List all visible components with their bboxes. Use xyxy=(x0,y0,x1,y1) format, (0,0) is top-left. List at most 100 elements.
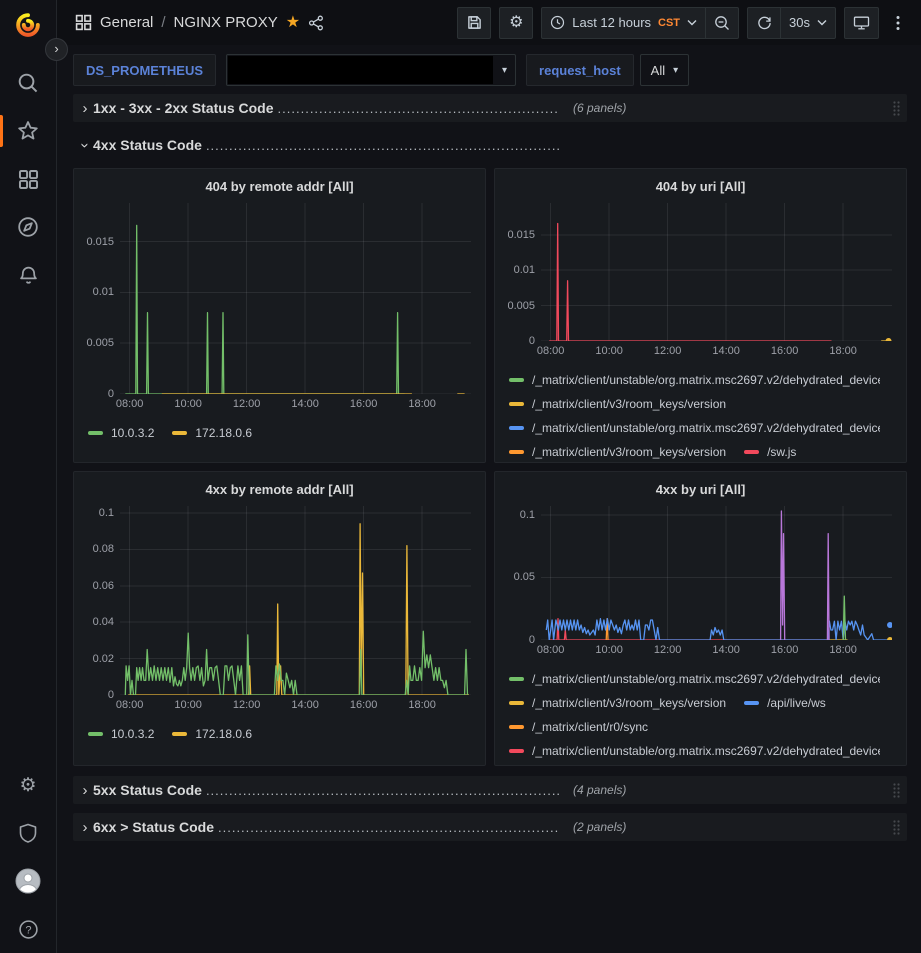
share-icon[interactable] xyxy=(308,15,324,31)
save-dashboard-button[interactable] xyxy=(457,7,491,39)
panel-4xx-by-uri: 4xx by uri [All] 00.050.1 08:0010:0012:0… xyxy=(494,471,907,766)
x-axis-tick-label: 14:00 xyxy=(285,398,325,410)
chart-plot[interactable] xyxy=(120,203,471,394)
x-axis-tick-label: 14:00 xyxy=(706,345,746,357)
legend-item[interactable]: 10.0.3.2 xyxy=(88,421,154,445)
zoom-out-button[interactable] xyxy=(705,7,739,39)
x-axis-tick-label: 12:00 xyxy=(227,699,267,711)
x-axis-tick-label: 08:00 xyxy=(110,699,150,711)
refresh-interval-picker[interactable]: 30s xyxy=(780,7,836,39)
x-axis-tick-label: 16:00 xyxy=(344,699,384,711)
server-admin-shield-icon[interactable] xyxy=(0,809,56,857)
refresh-button[interactable] xyxy=(747,7,781,39)
row-5xx[interactable]: › 5xx Status Code (4 panels) xyxy=(73,776,907,804)
x-axis-tick-label: 08:00 xyxy=(531,644,571,656)
chart-plot[interactable] xyxy=(541,506,892,640)
sidebar-expand-button[interactable]: › xyxy=(45,38,68,61)
request-host-select[interactable]: All ▾ xyxy=(640,54,689,86)
datasource-value-redacted xyxy=(228,56,493,84)
x-axis: 08:0010:0012:0014:0016:0018:00 xyxy=(120,695,471,716)
grafana-logo-icon[interactable] xyxy=(13,10,43,45)
gear-icon: ⚙ xyxy=(509,15,523,31)
help-icon[interactable]: ? xyxy=(0,905,56,953)
chevron-down-icon: › xyxy=(77,137,94,153)
series-line xyxy=(549,224,831,342)
legend-item[interactable]: /_matrix/client/v3/room_keys/version xyxy=(509,691,726,715)
kebab-icon xyxy=(896,15,900,31)
chart-canvas xyxy=(541,203,892,341)
legend-item[interactable]: /sw.js xyxy=(744,440,796,462)
panel-legend: /_matrix/client/unstable/org.matrix.msc2… xyxy=(503,661,898,765)
legend-swatch-icon xyxy=(509,725,524,729)
row-1xx-3xx-2xx[interactable]: › 1xx - 3xx - 2xx Status Code (6 panels) xyxy=(73,94,907,122)
y-axis-tick-label: 0.005 xyxy=(507,299,535,313)
drag-handle-icon[interactable] xyxy=(892,782,901,799)
legend-label: /_matrix/client/v3/room_keys/version xyxy=(532,445,726,459)
drag-handle-icon[interactable] xyxy=(892,100,901,117)
legend-item[interactable]: /_matrix/client/unstable/org.matrix.msc2… xyxy=(509,416,880,440)
x-axis-tick-label: 14:00 xyxy=(285,699,325,711)
breadcrumb-section[interactable]: General xyxy=(100,14,153,31)
legend-item[interactable]: 172.18.0.6 xyxy=(172,722,252,746)
series-line xyxy=(549,619,827,640)
panel-title[interactable]: 4xx by uri [All] xyxy=(503,472,898,506)
legend-item[interactable]: /_matrix/client/unstable/org.matrix.msc2… xyxy=(509,739,880,763)
legend-item[interactable]: /_matrix/client/unstable/org.matrix.msc2… xyxy=(509,368,880,392)
timezone-label: CST xyxy=(658,17,680,29)
x-axis-tick-label: 10:00 xyxy=(168,398,208,410)
search-icon[interactable] xyxy=(0,59,56,107)
legend-label: 172.18.0.6 xyxy=(195,727,252,741)
y-axis-tick-label: 0.05 xyxy=(514,570,535,584)
clock-icon xyxy=(550,15,565,30)
legend-label: /sw.js xyxy=(767,445,796,459)
kiosk-mode-button[interactable] xyxy=(844,7,879,39)
user-avatar[interactable] xyxy=(0,857,56,905)
x-axis-tick-label: 18:00 xyxy=(402,398,442,410)
y-axis-tick-label: 0.08 xyxy=(93,542,114,556)
sidebar-item-starred[interactable] xyxy=(0,107,56,155)
chevron-down-icon xyxy=(817,19,827,26)
legend-item[interactable]: 172.18.0.6 xyxy=(172,421,252,445)
sidebar-item-alerting-bell-icon[interactable] xyxy=(0,251,56,299)
panel-4xx-by-remote-addr: 4xx by remote addr [All] 00.020.040.060.… xyxy=(73,471,486,766)
x-axis-tick-label: 18:00 xyxy=(823,644,863,656)
panel-title[interactable]: 4xx by remote addr [All] xyxy=(82,472,477,506)
favorite-star-icon[interactable]: ★ xyxy=(286,15,300,31)
legend-item[interactable]: /_matrix/client/v3/room_keys/version xyxy=(509,392,726,416)
sidebar: ⚙ ? › xyxy=(0,0,57,953)
panel-title[interactable]: 404 by remote addr [All] xyxy=(82,169,477,203)
legend-item[interactable]: /_matrix/client/unstable/org.matrix.msc2… xyxy=(509,667,880,691)
legend-item[interactable]: 10.0.3.2 xyxy=(88,722,154,746)
legend-item[interactable]: /api/live/ws xyxy=(744,691,826,715)
y-axis: 00.0050.010.015 xyxy=(82,203,120,394)
row-dots xyxy=(278,101,559,116)
row-6xx[interactable]: › 6xx > Status Code (2 panels) xyxy=(73,813,907,841)
legend-swatch-icon xyxy=(509,426,524,430)
legend-item[interactable]: /_matrix/client/v3/room_keys/version xyxy=(509,440,726,462)
x-axis-tick-label: 12:00 xyxy=(648,644,688,656)
panel-grid: 404 by remote addr [All] 00.0050.010.015… xyxy=(73,168,907,766)
page-title[interactable]: NGINX PROXY xyxy=(174,14,278,31)
chart-plot[interactable] xyxy=(541,203,892,341)
sidebar-item-dashboards[interactable] xyxy=(0,155,56,203)
chevron-right-icon: › xyxy=(77,100,93,117)
legend-item[interactable]: /_matrix/client/r0/sync xyxy=(509,715,648,739)
monitor-icon xyxy=(853,15,870,31)
chart-plot[interactable] xyxy=(120,506,471,695)
y-axis-tick-label: 0.02 xyxy=(93,652,114,666)
datasource-select[interactable]: ▾ xyxy=(226,54,516,86)
configuration-gear-icon[interactable]: ⚙ xyxy=(0,761,56,809)
y-axis-tick-label: 0.01 xyxy=(514,263,535,277)
legend-swatch-icon xyxy=(172,732,187,736)
row-4xx[interactable]: › 4xx Status Code xyxy=(73,131,907,159)
row-header: › 5xx Status Code xyxy=(77,782,559,799)
y-axis: 00.020.040.060.080.1 xyxy=(82,506,120,695)
x-axis-tick-label: 18:00 xyxy=(823,345,863,357)
dashboard-settings-button[interactable]: ⚙ xyxy=(499,7,533,39)
panel-title[interactable]: 404 by uri [All] xyxy=(503,169,898,203)
drag-handle-icon[interactable] xyxy=(892,819,901,836)
time-range-picker[interactable]: Last 12 hours CST xyxy=(541,7,706,39)
x-axis-tick-label: 12:00 xyxy=(648,345,688,357)
sidebar-item-explore-compass-icon[interactable] xyxy=(0,203,56,251)
more-options-kebab-menu[interactable] xyxy=(887,7,909,39)
